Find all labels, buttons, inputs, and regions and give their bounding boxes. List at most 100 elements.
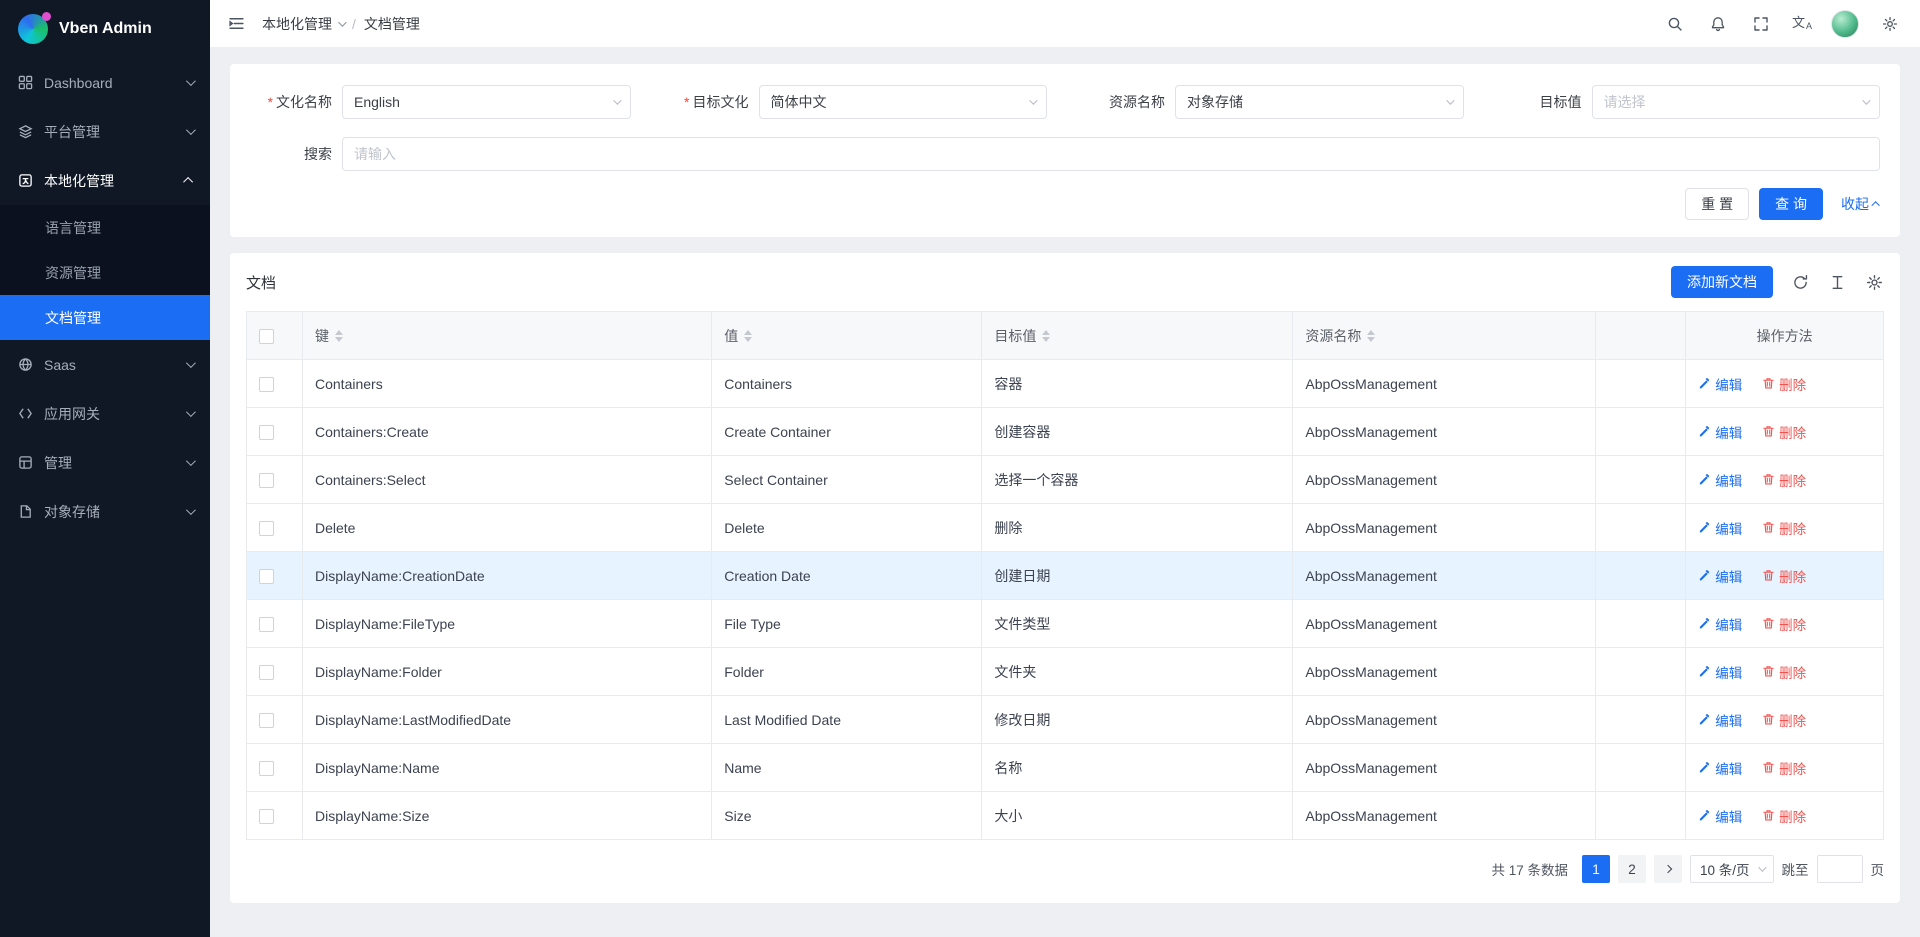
chevron-up-icon xyxy=(183,177,193,187)
resource-name-select[interactable]: 对象存储 xyxy=(1175,85,1464,119)
sort-icon[interactable] xyxy=(1367,330,1375,342)
reset-button[interactable]: 重 置 xyxy=(1685,188,1749,220)
logo[interactable]: Vben Admin xyxy=(0,0,210,58)
select-all-checkbox[interactable] xyxy=(259,329,274,344)
delete-button[interactable]: 删除 xyxy=(1762,518,1806,538)
filter-panel: *文化名称 English *目标文化 简体中文 xyxy=(230,64,1900,237)
culture-name-select[interactable]: English xyxy=(342,85,631,119)
row-checkbox[interactable] xyxy=(259,761,274,776)
row-height-icon[interactable] xyxy=(1827,272,1847,292)
delete-button[interactable]: 删除 xyxy=(1762,614,1806,634)
column-header-key[interactable]: 键 xyxy=(303,312,712,360)
cell-value: Create Container xyxy=(712,408,982,456)
query-button[interactable]: 查 询 xyxy=(1759,188,1823,220)
cell-target: 删除 xyxy=(982,504,1293,552)
page-button-2[interactable]: 2 xyxy=(1618,855,1646,883)
row-checkbox[interactable] xyxy=(259,569,274,584)
add-document-button[interactable]: 添加新文档 xyxy=(1671,266,1773,298)
row-checkbox[interactable] xyxy=(259,809,274,824)
edit-button[interactable]: 编辑 xyxy=(1698,470,1742,490)
search-input[interactable] xyxy=(342,137,1880,171)
table-row: Containers:Create Create Container 创建容器 … xyxy=(247,408,1884,456)
row-checkbox[interactable] xyxy=(259,713,274,728)
trash-icon xyxy=(1762,425,1775,438)
cell-key: Containers:Select xyxy=(303,456,712,504)
table-row: DisplayName:Size Size 大小 AbpOssManagemen… xyxy=(247,792,1884,840)
row-checkbox[interactable] xyxy=(259,473,274,488)
jump-page-input[interactable] xyxy=(1817,855,1863,883)
sidebar-collapse-icon[interactable] xyxy=(224,12,248,36)
sort-icon[interactable] xyxy=(744,330,752,342)
delete-button[interactable]: 删除 xyxy=(1762,566,1806,586)
table-row: DisplayName:Folder Folder 文件夹 AbpOssMana… xyxy=(247,648,1884,696)
sidebar-item-gateway[interactable]: 应用网关 xyxy=(0,389,210,438)
page-button-1[interactable]: 1 xyxy=(1582,855,1610,883)
sidebar-item-platform[interactable]: 平台管理 xyxy=(0,107,210,156)
edit-button[interactable]: 编辑 xyxy=(1698,614,1742,634)
sidebar-item-dashboard[interactable]: Dashboard xyxy=(0,58,210,107)
delete-button[interactable]: 删除 xyxy=(1762,662,1806,682)
sort-icon[interactable] xyxy=(335,330,343,342)
pencil-icon xyxy=(1698,521,1711,534)
edit-button[interactable]: 编辑 xyxy=(1698,662,1742,682)
cell-target: 文件夹 xyxy=(982,648,1293,696)
field-search: 搜索 xyxy=(250,137,1880,171)
sidebar-item-object-storage[interactable]: 对象存储 xyxy=(0,487,210,536)
avatar[interactable] xyxy=(1831,10,1859,38)
sidebar-item-localization[interactable]: 本地化管理 xyxy=(0,156,210,205)
cell-key: DisplayName:FileType xyxy=(303,600,712,648)
chevron-down-icon xyxy=(613,96,621,104)
fullscreen-icon[interactable] xyxy=(1749,12,1773,36)
app-title: Vben Admin xyxy=(59,20,152,38)
column-header-resource[interactable]: 资源名称 xyxy=(1293,312,1596,360)
breadcrumb-separator: / xyxy=(352,16,356,32)
row-checkbox[interactable] xyxy=(259,377,274,392)
notification-bell-icon[interactable] xyxy=(1706,12,1730,36)
column-settings-gear-icon[interactable] xyxy=(1864,272,1884,292)
row-checkbox[interactable] xyxy=(259,617,274,632)
edit-button[interactable]: 编辑 xyxy=(1698,422,1742,442)
target-value-select[interactable]: 请选择 xyxy=(1592,85,1881,119)
delete-button[interactable]: 删除 xyxy=(1762,422,1806,442)
sort-icon[interactable] xyxy=(1042,330,1050,342)
table-toolbar: 添加新文档 xyxy=(1671,266,1884,298)
row-checkbox[interactable] xyxy=(259,425,274,440)
edit-button[interactable]: 编辑 xyxy=(1698,374,1742,394)
page-size-select[interactable]: 10 条/页 xyxy=(1690,855,1774,883)
edit-button[interactable]: 编辑 xyxy=(1698,518,1742,538)
sidebar-item-document-management[interactable]: 文档管理 xyxy=(0,295,210,340)
delete-button[interactable]: 删除 xyxy=(1762,374,1806,394)
row-checkbox[interactable] xyxy=(259,521,274,536)
refresh-icon[interactable] xyxy=(1790,272,1810,292)
sidebar-item-language-management[interactable]: 语言管理 xyxy=(0,205,210,250)
edit-button[interactable]: 编辑 xyxy=(1698,806,1742,826)
cell-key: Delete xyxy=(303,504,712,552)
chevron-right-icon xyxy=(1664,865,1672,873)
next-page-button[interactable] xyxy=(1654,855,1682,883)
delete-button[interactable]: 删除 xyxy=(1762,470,1806,490)
cell-spacer xyxy=(1596,792,1686,840)
delete-button[interactable]: 删除 xyxy=(1762,710,1806,730)
sidebar: Vben Admin Dashboard 平台管理 xyxy=(0,0,210,937)
sidebar-item-saas[interactable]: Saas xyxy=(0,340,210,389)
column-header-target[interactable]: 目标值 xyxy=(982,312,1293,360)
edit-button[interactable]: 编辑 xyxy=(1698,566,1742,586)
column-header-value[interactable]: 值 xyxy=(712,312,982,360)
cell-value: Size xyxy=(712,792,982,840)
sidebar-item-admin[interactable]: 管理 xyxy=(0,438,210,487)
delete-button[interactable]: 删除 xyxy=(1762,806,1806,826)
sidebar-item-resource-management[interactable]: 资源管理 xyxy=(0,250,210,295)
collapse-link[interactable]: 收起 xyxy=(1841,194,1880,214)
search-icon[interactable] xyxy=(1663,12,1687,36)
chevron-down-icon xyxy=(186,505,196,515)
language-switch-icon[interactable]: 文A xyxy=(1792,16,1812,31)
breadcrumb-parent[interactable]: 本地化管理 xyxy=(262,14,344,34)
cell-resource: AbpOssManagement xyxy=(1293,696,1596,744)
row-checkbox[interactable] xyxy=(259,665,274,680)
edit-button[interactable]: 编辑 xyxy=(1698,710,1742,730)
trash-icon xyxy=(1762,377,1775,390)
edit-button[interactable]: 编辑 xyxy=(1698,758,1742,778)
delete-button[interactable]: 删除 xyxy=(1762,758,1806,778)
target-culture-select[interactable]: 简体中文 xyxy=(759,85,1048,119)
gear-icon[interactable] xyxy=(1878,12,1902,36)
